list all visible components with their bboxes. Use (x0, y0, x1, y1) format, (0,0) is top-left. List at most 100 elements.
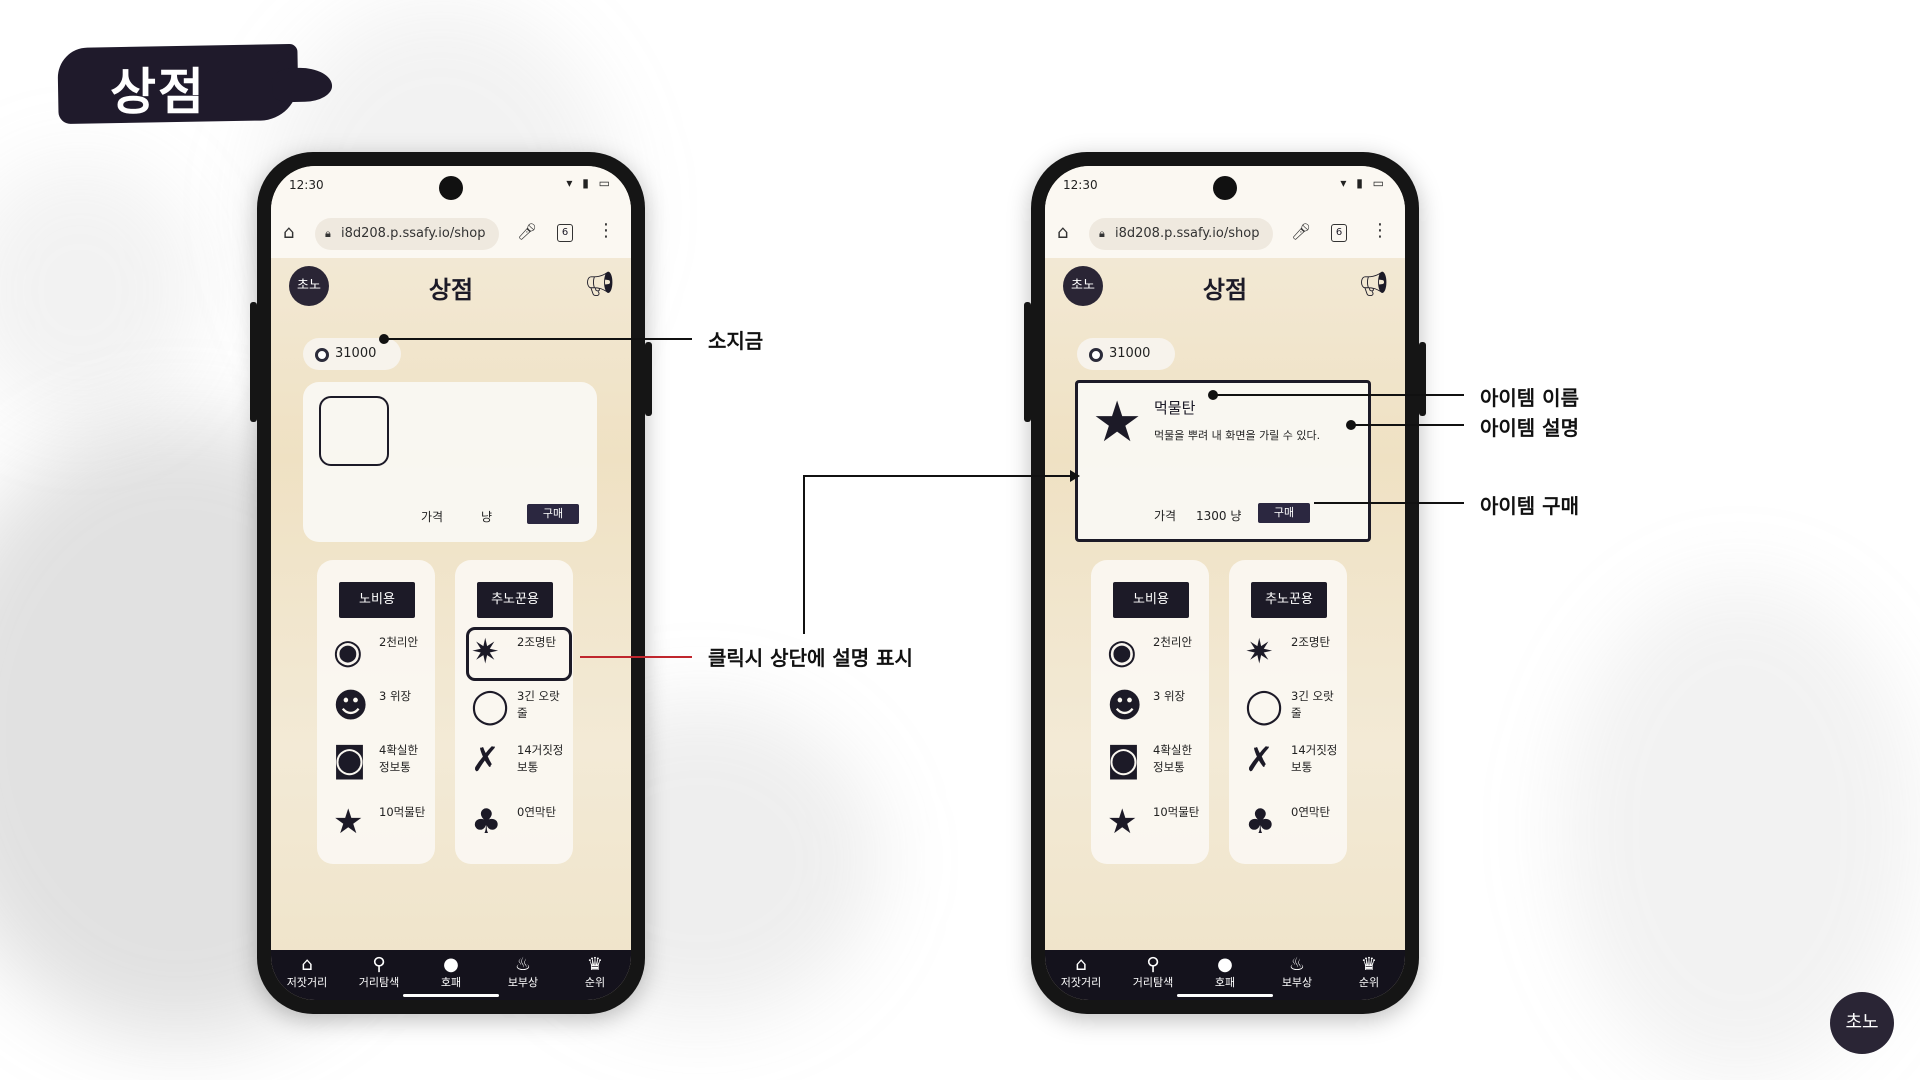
item-column-nobi: 노비용 ◉ 2천리안 ☻ 3 위장 ◙ 4확실한 정보통 ★ 10먹물탄 (317, 560, 435, 864)
person-icon: ● (443, 954, 459, 975)
coin-icon (315, 348, 329, 362)
item-label: 2조명탄 (517, 635, 557, 649)
item-slot-yeonmaktan[interactable]: ♣ 0연막탄 (1245, 802, 1341, 846)
column-header: 추노꾼용 (477, 582, 553, 618)
nav-sunwi[interactable]: ♛ 순위 (1333, 954, 1405, 990)
lock-icon: 🔒︎ (325, 227, 331, 240)
nav-label: 보부상 (507, 976, 539, 989)
microphone-icon[interactable]: 🎤︎ (517, 222, 537, 241)
home-indicator (403, 994, 499, 997)
item-slot-jeongbotong[interactable]: ◙ 4확실한 정보통 (1107, 740, 1203, 784)
item-label: 4확실한 정보통 (379, 743, 419, 774)
status-time: 12:30 (289, 178, 324, 192)
item-slot-yeonmaktan[interactable]: ♣ 0연막탄 (471, 802, 567, 846)
pouch-icon: ♨ (1288, 954, 1306, 975)
item-slot-meokmultan[interactable]: ★ 10먹물탄 (333, 802, 429, 846)
status-bar: 12:30 ▾ ▮ ▭ (271, 166, 631, 210)
nav-hopae[interactable]: ● 호패 (415, 954, 487, 990)
flash-icon: ✷ (471, 632, 500, 672)
magnifier-icon: ◙ (333, 740, 366, 780)
nav-bobusang[interactable]: ♨ 보부상 (487, 954, 559, 990)
item-slot-cheonrian[interactable]: ◉ 2천리안 (333, 632, 429, 676)
phone-screen: 12:30 ▾ ▮ ▭ ⌂ 🔒︎ i8d208.p.ssafy.io/shop … (1045, 166, 1405, 1000)
buy-button[interactable]: 구매 (1258, 503, 1310, 523)
item-label: 10먹물탄 (1153, 805, 1200, 819)
item-label: 2천리안 (379, 635, 419, 649)
search-icon: ⚲ (1146, 954, 1160, 975)
url-text: i8d208.p.ssafy.io/shop (341, 226, 486, 241)
item-slot-wijang[interactable]: ☻ 3 위장 (333, 686, 429, 730)
item-slot-jeongbotong[interactable]: ◙ 4확실한 정보통 (333, 740, 429, 784)
item-label: 10먹물탄 (379, 805, 426, 819)
speech-bubble-icon: ◯ (471, 686, 510, 726)
item-slot-geojitjeongbo[interactable]: ✗ 14거짓정보통 (1245, 740, 1341, 784)
smoke-bomb-icon: ♣ (1245, 802, 1276, 842)
item-slot-jomyeongtan-selected[interactable]: ✷ 2조명탄 (466, 627, 572, 681)
money-amount: 31000 (335, 346, 377, 361)
money-amount: 31000 (1109, 346, 1151, 361)
nav-sunwi[interactable]: ♛ 순위 (559, 954, 631, 990)
item-detail-card: ★ 먹물탄 먹물을 뿌려 내 화면을 가릴 수 있다. 가격 1300 냥 구매 (1075, 380, 1371, 542)
status-time: 12:30 (1063, 178, 1098, 192)
item-slot-meokmultan[interactable]: ★ 10먹물탄 (1107, 802, 1203, 846)
microphone-icon[interactable]: 🎤︎ (1291, 222, 1311, 241)
page-title: 상점 (110, 63, 206, 121)
nav-jeojatgeori[interactable]: ⌂ 저잣거리 (1045, 954, 1117, 990)
ink-splat-icon: ★ (333, 802, 364, 842)
column-header: 노비용 (339, 582, 415, 618)
item-name: 먹물탄 (1154, 399, 1196, 417)
item-slot-orajjul[interactable]: ◯ 3긴 오랏줄 (471, 686, 567, 730)
nav-jeojatgeori[interactable]: ⌂ 저잣거리 (271, 954, 343, 990)
lock-icon: 🔒︎ (1099, 227, 1105, 240)
tabs-count-icon[interactable]: 6 (1331, 224, 1347, 242)
column-header: 추노꾼용 (1251, 582, 1327, 618)
nav-label: 호패 (440, 976, 462, 989)
megaphone-icon[interactable]: 📢︎ (585, 270, 615, 298)
item-slot-orajjul[interactable]: ◯ 3긴 오랏줄 (1245, 686, 1341, 730)
phone-mockup-default: 12:30 ▾ ▮ ▭ ⌂ 🔒︎ i8d208.p.ssafy.io/shop … (250, 152, 652, 1014)
home-icon[interactable]: ⌂ (1057, 222, 1068, 243)
annotation-money: 소지금 (708, 329, 764, 353)
megaphone-icon[interactable]: 📢︎ (1359, 270, 1389, 298)
item-label: 14거짓정보통 (517, 743, 564, 774)
nav-hopae[interactable]: ● 호패 (1189, 954, 1261, 990)
item-label: 3긴 오랏줄 (517, 689, 560, 720)
mask-icon: ☻ (1107, 686, 1143, 726)
home-icon[interactable]: ⌂ (283, 222, 294, 243)
buy-button[interactable]: 구매 (527, 504, 579, 524)
url-bar[interactable]: 🔒︎ i8d208.p.ssafy.io/shop (315, 218, 499, 250)
nav-geoti-tamsaek[interactable]: ⚲ 거리탐색 (343, 954, 415, 990)
nav-geoti-tamsaek[interactable]: ⚲ 거리탐색 (1117, 954, 1189, 990)
smoke-bomb-icon: ♣ (471, 802, 502, 842)
speech-bubble-icon: ◯ (1245, 686, 1284, 726)
more-menu-icon[interactable]: ⋮ (1371, 220, 1389, 241)
item-label: 0연막탄 (1291, 805, 1331, 819)
item-detail-card: 가격 냥 구매 (303, 382, 597, 542)
more-menu-icon[interactable]: ⋮ (597, 220, 615, 241)
item-column-nobi: 노비용 ◉ 2천리안 ☻ 3 위장 ◙ 4확실한 정보통 ★ 10먹물탄 (1091, 560, 1209, 864)
app-header: 초노 상점 📢︎ (1045, 258, 1405, 314)
ink-smoke-decoration (0, 160, 200, 420)
app-title: 상점 (1202, 276, 1248, 304)
person-icon: ● (1217, 954, 1233, 975)
item-slot-jomyeongtan[interactable]: ✷ 2조명탄 (1245, 632, 1341, 676)
nav-label: 거리탐색 (358, 976, 400, 989)
nav-bobusang[interactable]: ♨ 보부상 (1261, 954, 1333, 990)
tabs-count-icon[interactable]: 6 (557, 224, 573, 242)
annotation-item-buy: 아이템 구매 (1480, 494, 1579, 518)
ink-splat-icon: ★ (1092, 390, 1143, 455)
phone-volume-button (250, 302, 257, 422)
status-bar: 12:30 ▾ ▮ ▭ (1045, 166, 1405, 210)
item-column-chunokkun: 추노꾼용 ✷ 2조명탄 ◯ 3긴 오랏줄 ✗ 14거짓정보통 ♣ 0연막탄 (1229, 560, 1347, 864)
app-title: 상점 (428, 276, 474, 304)
url-bar[interactable]: 🔒︎ i8d208.p.ssafy.io/shop (1089, 218, 1273, 250)
status-icons: ▾ ▮ ▭ (1340, 176, 1387, 190)
nav-label: 호패 (1214, 976, 1236, 989)
item-slot-wijang[interactable]: ☻ 3 위장 (1107, 686, 1203, 730)
annotation-line (1314, 502, 1464, 504)
item-slot-cheonrian[interactable]: ◉ 2천리안 (1107, 632, 1203, 676)
front-camera (1213, 176, 1237, 200)
phone-side-button (645, 342, 652, 416)
item-slot-geojitjeongbo[interactable]: ✗ 14거짓정보통 (471, 740, 567, 784)
item-label: 3긴 오랏줄 (1291, 689, 1334, 720)
